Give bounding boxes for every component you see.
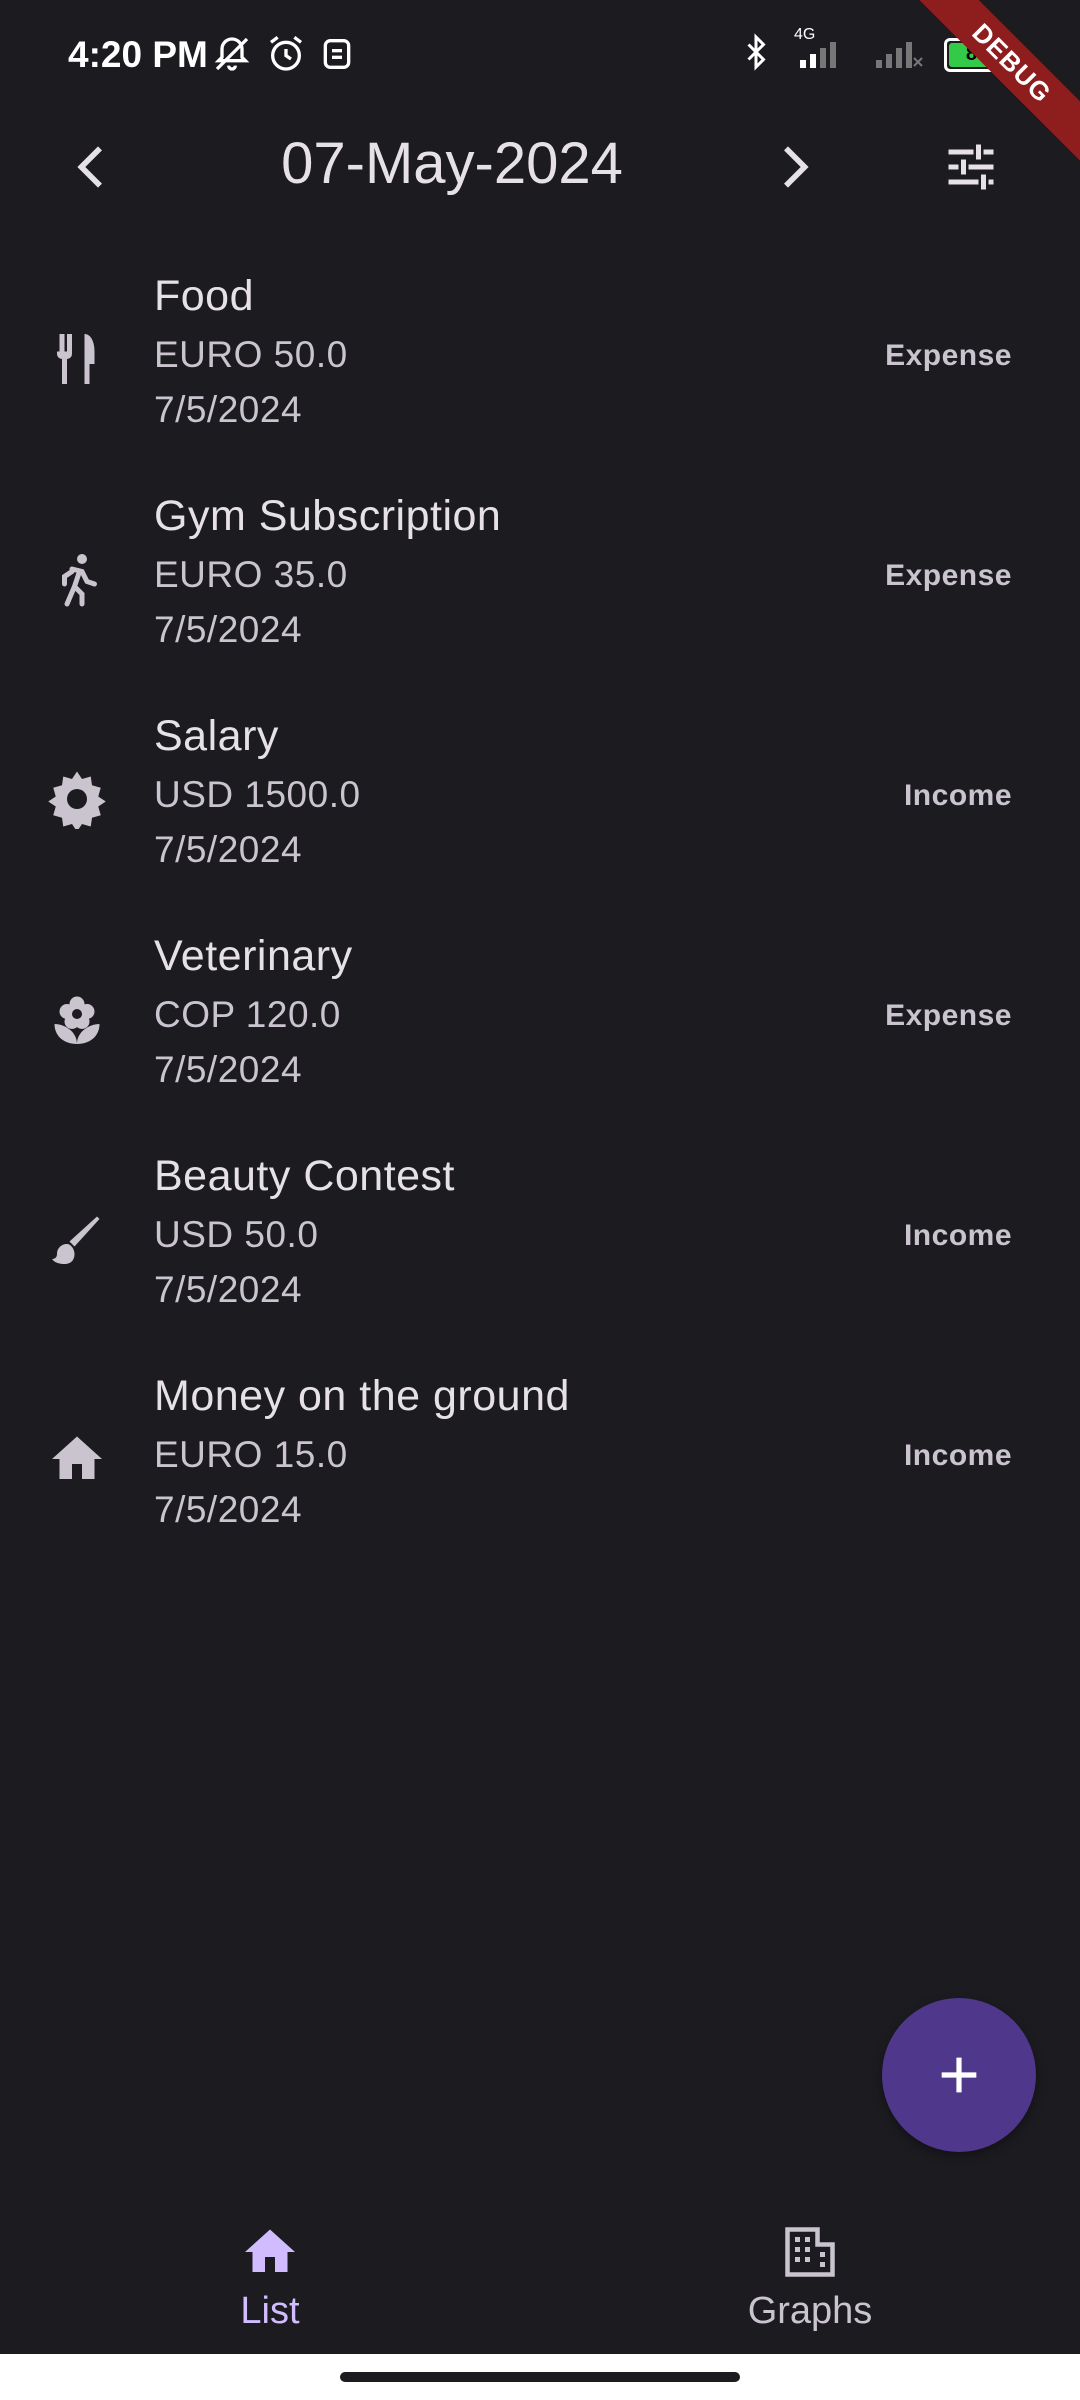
list-item[interactable]: Veterinary COP 120.0 7/5/2024 Expense [0, 914, 1080, 1134]
transaction-type: Expense [885, 999, 1012, 1032]
brush-icon [42, 1204, 112, 1274]
signal-icon: 4G [792, 26, 856, 77]
home-indicator[interactable] [340, 2372, 740, 2382]
bell-off-icon [212, 34, 252, 79]
nav-label-graphs: Graphs [747, 2290, 873, 2332]
home-icon [42, 1424, 112, 1494]
transaction-date: 7/5/2024 [154, 1049, 303, 1090]
transaction-date: 7/5/2024 [154, 389, 303, 430]
run-icon [42, 544, 112, 614]
flower-icon [42, 984, 112, 1054]
alarm-icon [266, 34, 306, 79]
transaction-amount: COP 120.0 [154, 994, 341, 1035]
transaction-date: 7/5/2024 [154, 1269, 303, 1310]
tune-icon [948, 144, 994, 190]
list-item[interactable]: Food EURO 50.0 7/5/2024 Expense [0, 254, 1080, 474]
transaction-date: 7/5/2024 [154, 829, 303, 870]
status-bar: 4:20 PM 4G 84 DEBUG [0, 0, 1080, 170]
restaurant-icon [42, 324, 112, 394]
filter-button[interactable] [926, 122, 1016, 212]
transaction-list: Food EURO 50.0 7/5/2024 Expense Gym Subs… [0, 254, 1080, 1574]
list-item[interactable]: Beauty Contest USD 50.0 7/5/2024 Income [0, 1134, 1080, 1354]
sim-icon [320, 34, 354, 79]
apartment-icon [710, 2220, 910, 2284]
signal-off-icon [874, 32, 926, 77]
transaction-amount: EURO 50.0 [154, 334, 348, 375]
next-day-button[interactable] [748, 122, 838, 212]
transaction-amount: EURO 35.0 [154, 554, 348, 595]
list-item[interactable]: Money on the ground EURO 15.0 7/5/2024 I… [0, 1354, 1080, 1574]
transaction-date: 7/5/2024 [154, 1489, 303, 1530]
transaction-title: Salary [154, 712, 279, 760]
chevron-right-icon [784, 146, 809, 188]
add-transaction-button[interactable] [882, 1998, 1036, 2152]
bluetooth-icon [738, 32, 774, 77]
transaction-title: Money on the ground [154, 1372, 570, 1420]
transaction-date: 7/5/2024 [154, 609, 303, 650]
plus-icon [941, 2057, 977, 2093]
transaction-amount: EURO 15.0 [154, 1434, 348, 1475]
settings-icon [42, 764, 112, 834]
transaction-amount: USD 50.0 [154, 1214, 319, 1255]
transaction-title: Beauty Contest [154, 1152, 456, 1200]
transaction-amount: USD 1500.0 [154, 774, 361, 815]
transaction-type: Income [903, 779, 1012, 812]
nav-item-graphs[interactable]: Graphs [710, 2220, 910, 2333]
list-item[interactable]: Salary USD 1500.0 7/5/2024 Income [0, 694, 1080, 914]
home-icon [170, 2220, 370, 2284]
nav-label-list: List [240, 2290, 300, 2332]
transaction-type: Expense [885, 559, 1012, 592]
list-item[interactable]: Gym Subscription EURO 35.0 7/5/2024 Expe… [0, 474, 1080, 694]
transaction-type: Income [903, 1219, 1012, 1252]
transaction-type: Income [903, 1439, 1012, 1472]
transaction-title: Gym Subscription [154, 492, 502, 540]
transaction-title: Veterinary [154, 932, 353, 980]
status-time: 4:20 PM [68, 34, 208, 75]
transaction-type: Expense [885, 339, 1012, 372]
bottom-navigation: List Graphs [0, 2200, 1080, 2350]
nav-item-list[interactable]: List [170, 2220, 370, 2333]
transaction-title: Food [154, 272, 255, 320]
